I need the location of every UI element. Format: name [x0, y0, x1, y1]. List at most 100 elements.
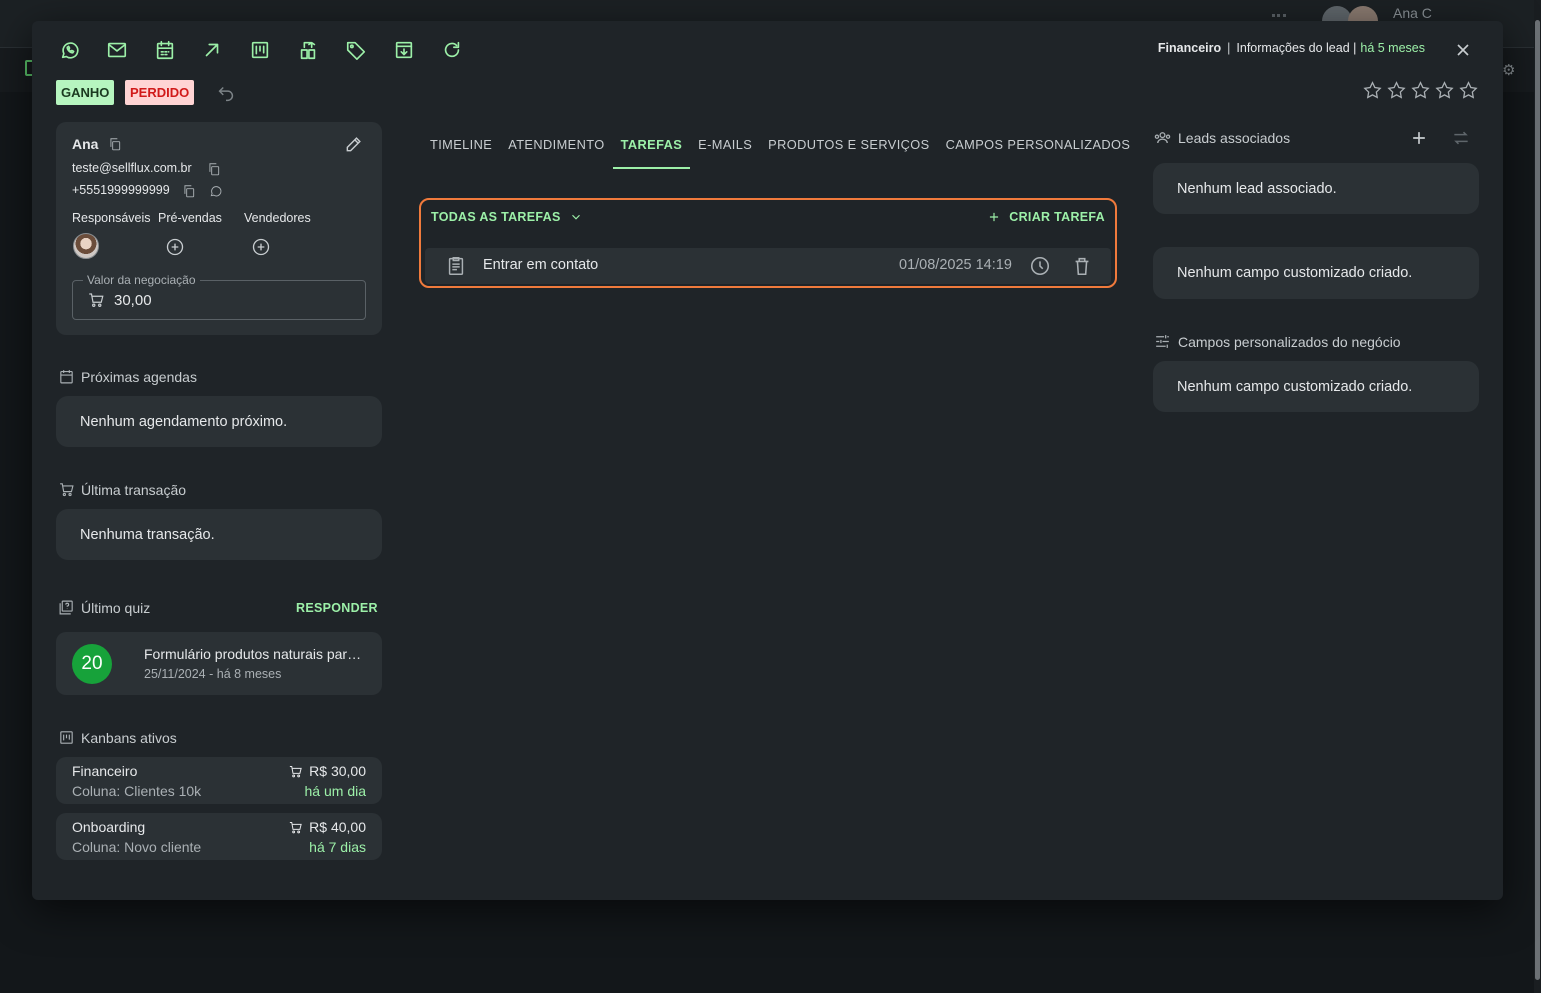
quiz-card[interactable]: 20 Formulário produtos naturais para ini… [56, 632, 382, 695]
star-icon[interactable] [1410, 80, 1431, 101]
email-icon[interactable] [105, 38, 129, 62]
calendar-icon[interactable] [153, 38, 177, 62]
tasks-filter-dropdown[interactable]: TODAS AS TAREFAS [431, 210, 583, 224]
clipboard-icon [445, 255, 467, 277]
transfer-icon[interactable] [296, 38, 320, 62]
tasks-filter-label: TODAS AS TAREFAS [431, 210, 561, 224]
kanban-time: há um dia [304, 783, 366, 799]
responsible-label: Responsáveis [72, 211, 151, 225]
value-label: Valor da negociação [83, 273, 200, 287]
tab-campos[interactable]: CAMPOS PERSONALIZADOS [938, 133, 1139, 169]
contact-name: Ana [72, 136, 99, 152]
reopen-icon[interactable] [215, 82, 237, 104]
section-label: Leads associados [1178, 129, 1291, 146]
business-fields-title: Campos personalizados do negócio [1153, 332, 1401, 351]
swap-icon[interactable] [1451, 128, 1471, 148]
edit-icon[interactable] [344, 134, 364, 154]
tasks-panel: TODAS AS TAREFAS CRIAR TAREFA Entrar em … [419, 198, 1117, 288]
contact-card: Ana teste@sellflux.com.br +5551999999999… [56, 122, 382, 335]
lost-button[interactable]: PERDIDO [125, 80, 195, 105]
negotiation-value[interactable]: 30,00 [114, 292, 152, 309]
whatsapp-icon[interactable] [209, 184, 223, 198]
kanban-column: Coluna: Novo cliente [72, 839, 202, 855]
star-icon[interactable] [1458, 80, 1479, 101]
rating-stars [1362, 80, 1479, 101]
last-quiz-title: Último quiz [58, 599, 150, 616]
associated-leads-title: Leads associados [1153, 128, 1290, 147]
task-row[interactable]: Entrar em contato 01/08/2025 14:19 [425, 248, 1111, 284]
tab-timeline[interactable]: TIMELINE [422, 133, 500, 169]
copy-icon[interactable] [182, 184, 196, 198]
arrow-up-right-icon[interactable] [200, 38, 224, 62]
kanban-value: R$ 30,00 [288, 763, 366, 779]
trash-icon[interactable] [1071, 255, 1093, 277]
next-schedules-empty: Nenhum agendamento próximo. [56, 396, 382, 447]
whatsapp-icon[interactable] [58, 38, 82, 62]
win-button[interactable]: GANHO [56, 80, 115, 105]
kanban-value: R$ 40,00 [288, 819, 366, 835]
active-kanbans-title: Kanbans ativos [58, 729, 177, 746]
lead-header-info: Financeiro | Informações do lead | há 5 mes… [1158, 41, 1425, 55]
kanban-card-financeiro[interactable]: Financeiro Coluna: Clientes 10k R$ 30,00… [56, 757, 382, 804]
star-icon[interactable] [1386, 80, 1407, 101]
tab-tarefas[interactable]: TAREFAS [612, 133, 691, 169]
tab-emails[interactable]: E-MAILS [690, 133, 760, 169]
tab-atendimento[interactable]: ATENDIMENTO [500, 133, 612, 169]
current-user-name[interactable]: Ana C [1393, 5, 1432, 21]
contact-email: teste@sellflux.com.br [72, 161, 192, 175]
kanban-name: Onboarding [72, 819, 146, 835]
business-fields-empty: Nenhum campo customizado criado. [1153, 361, 1479, 412]
kanban-icon[interactable] [248, 38, 272, 62]
cart-icon [87, 291, 105, 309]
kanban-name: Financeiro [72, 763, 138, 779]
close-icon[interactable] [1453, 40, 1473, 60]
last-transaction-empty: Nenhuma transação. [56, 509, 382, 560]
add-associated-lead-icon[interactable] [1409, 128, 1429, 148]
custom-fields-empty: Nenhum campo customizado criado. [1153, 247, 1479, 299]
copy-icon[interactable] [207, 162, 221, 176]
lead-tabs: TIMELINE ATENDIMENTO TAREFAS E-MAILS PRO… [422, 133, 1138, 169]
kanban-value-text: R$ 30,00 [309, 763, 366, 779]
tag-icon[interactable] [344, 38, 368, 62]
avatar[interactable] [73, 233, 99, 259]
clock-icon[interactable] [1029, 255, 1051, 277]
copy-icon[interactable] [108, 137, 122, 151]
last-transaction-title: Última transação [58, 481, 186, 498]
task-title: Entrar em contato [483, 257, 599, 273]
cart-icon [290, 821, 302, 833]
add-seller-icon[interactable] [251, 237, 271, 257]
scrollbar-thumb[interactable] [1535, 20, 1540, 980]
time-ago: há 5 meses [1360, 41, 1425, 55]
info-label: Informações do lead | [1236, 41, 1357, 55]
create-task-button[interactable]: CRIAR TAREFA [987, 210, 1105, 224]
add-presales-icon[interactable] [165, 237, 185, 257]
calendar-icon [60, 370, 73, 384]
cart-icon [290, 765, 302, 777]
quiz-title: Formulário produtos naturais para inicia… [144, 646, 366, 662]
next-schedules-title: Próximas agendas [58, 368, 197, 385]
section-label: Última transação [81, 481, 187, 498]
separator: | [1227, 41, 1231, 55]
chevron-down-icon [571, 214, 580, 220]
kanban-time: há 7 dias [309, 839, 366, 855]
star-icon[interactable] [1362, 80, 1383, 101]
board-name: Financeiro [1157, 41, 1222, 55]
presales-label: Pré-vendas [158, 211, 222, 225]
task-date: 01/08/2025 14:19 [899, 257, 1012, 273]
cart-icon [60, 483, 74, 497]
kanban-card-onboarding[interactable]: Onboarding Coluna: Novo cliente R$ 40,00… [56, 813, 382, 860]
sliders-icon [1156, 335, 1169, 348]
section-label: Próximas agendas [81, 368, 197, 385]
star-icon[interactable] [1434, 80, 1455, 101]
respond-button[interactable]: RESPONDER [296, 601, 378, 615]
kanban-column: Coluna: Clientes 10k [72, 783, 202, 799]
section-label: Kanbans ativos [81, 729, 177, 746]
quiz-score: 20 [72, 644, 112, 684]
gear-icon[interactable]: ⚙ [1502, 61, 1515, 79]
create-task-label: CRIAR TAREFA [1009, 210, 1105, 224]
tab-produtos[interactable]: PRODUTOS E SERVIÇOS [760, 133, 937, 169]
negotiation-value-field[interactable]: Valor da negociação 30,00 [72, 273, 366, 320]
kanban-value-text: R$ 40,00 [309, 819, 366, 835]
refresh-icon[interactable] [440, 38, 464, 62]
archive-icon[interactable] [392, 38, 416, 62]
